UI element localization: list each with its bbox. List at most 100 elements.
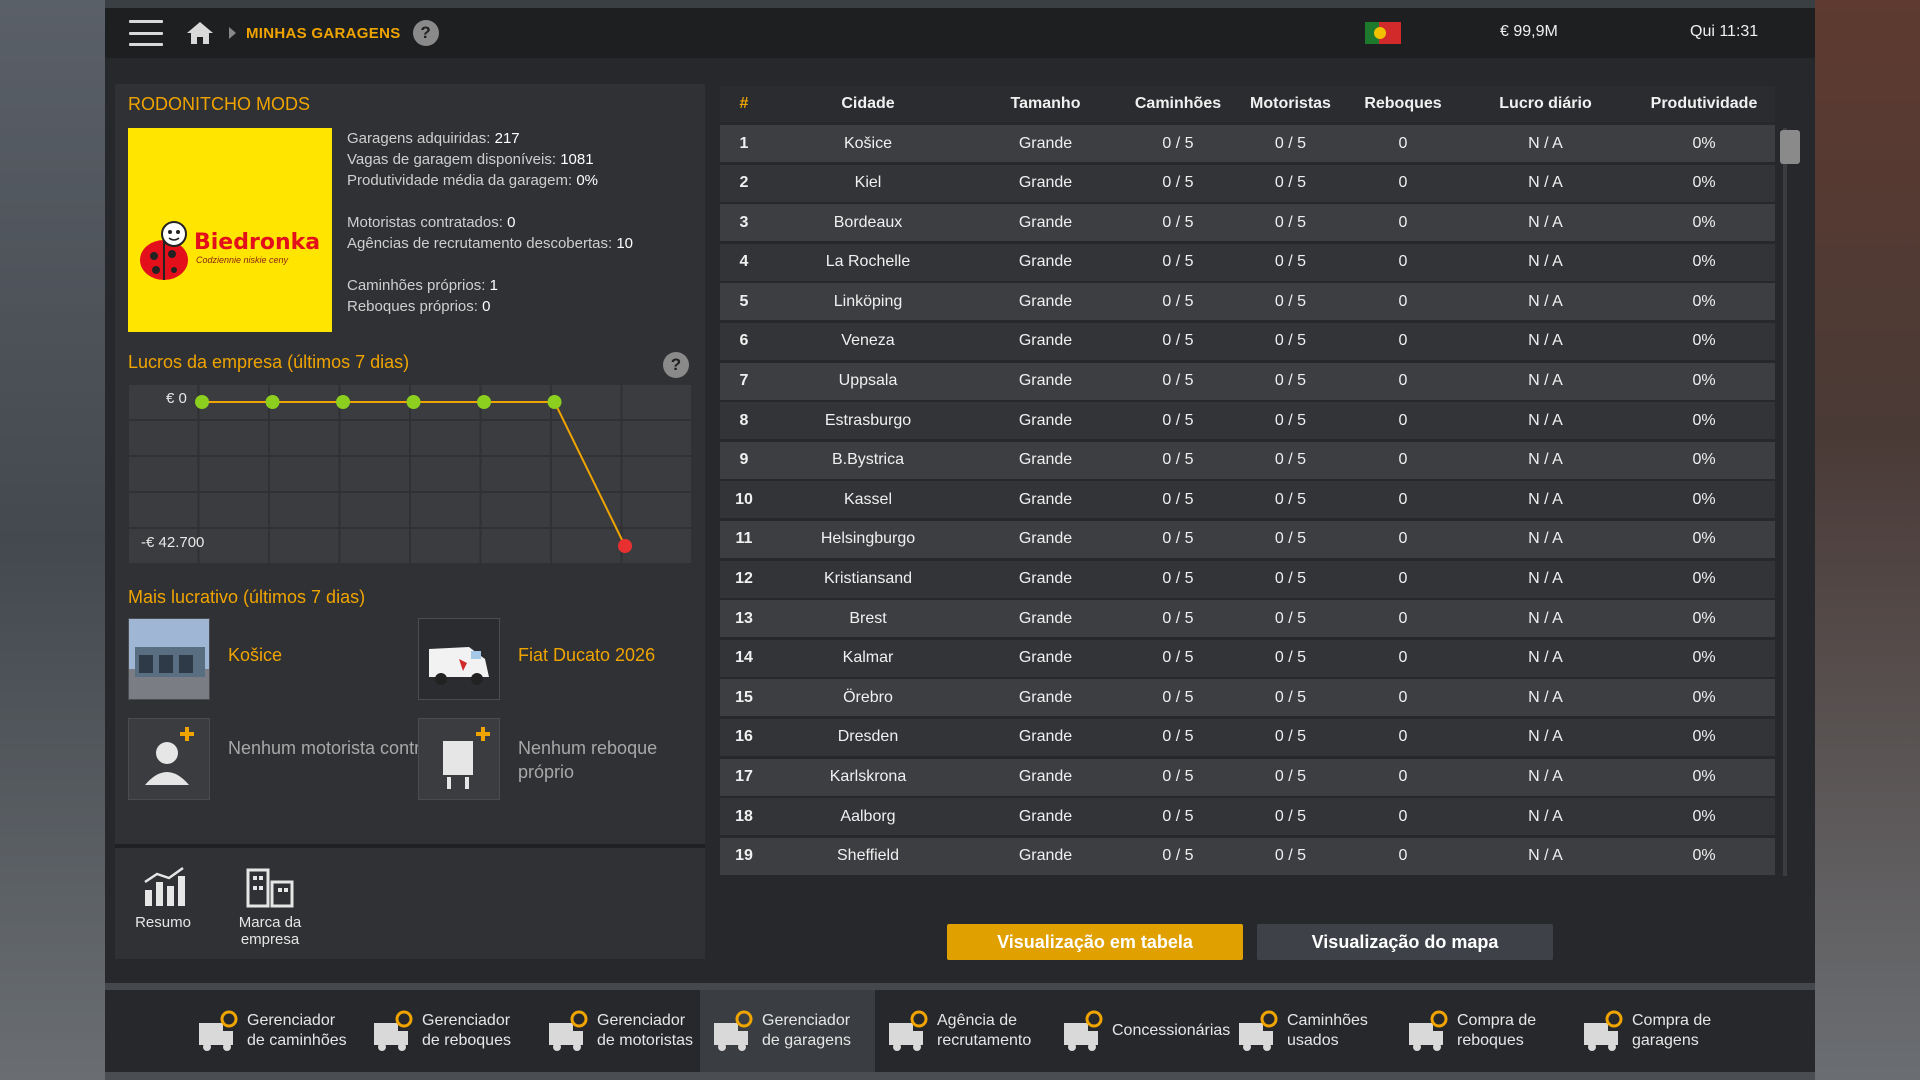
row-daily-profit: N / A <box>1528 213 1563 231</box>
bottom-nav-label: Gerenciador de garagens <box>762 1012 851 1049</box>
row-trailers: 0 <box>1398 174 1408 192</box>
garage-thumbnail[interactable] <box>128 618 210 700</box>
table-row[interactable]: 19 Sheffield Grande 0 / 5 0 / 5 0 N / A 0% <box>720 837 1775 875</box>
chart-grid-cell <box>552 493 621 527</box>
row-trucks: 0 / 5 <box>1162 451 1194 469</box>
bottom-nav-item[interactable]: Caminhões usados <box>1225 990 1395 1072</box>
table-row[interactable]: 6 Veneza Grande 0 / 5 0 / 5 0 N / A 0% <box>720 322 1775 360</box>
bottom-nav-item[interactable]: Compra de garagens <box>1570 990 1745 1072</box>
table-row[interactable]: 11 Helsingburgo Grande 0 / 5 0 / 5 0 N / A 0% <box>720 520 1775 558</box>
table-scrollbar-track[interactable] <box>1783 128 1787 876</box>
chart-grid-cell <box>129 493 198 527</box>
col-header-daily-profit[interactable]: Lucro diário <box>1458 95 1633 113</box>
bottom-nav-label: Gerenciador de reboques <box>422 1012 511 1049</box>
row-productivity: 0% <box>1692 807 1716 825</box>
row-trailers: 0 <box>1398 530 1408 548</box>
table-row[interactable]: 10 Kassel Grande 0 / 5 0 / 5 0 N / A 0% <box>720 481 1775 519</box>
resumo-label: Resumo <box>135 914 191 931</box>
top-truck-name[interactable]: Fiat Ducato 2026 <box>518 645 655 666</box>
row-number: 18 <box>735 807 753 825</box>
col-header-productivity[interactable]: Produtividade <box>1633 95 1775 113</box>
bottom-nav-item[interactable]: Gerenciador de garagens <box>700 990 875 1072</box>
table-row[interactable]: 3 Bordeaux Grande 0 / 5 0 / 5 0 N / A 0% <box>720 204 1775 242</box>
ladybug-icon <box>140 221 188 280</box>
bottom-nav-item[interactable]: Agência de recrutamento <box>875 990 1050 1072</box>
col-header-number[interactable]: # <box>720 95 768 113</box>
add-trailer-thumbnail[interactable] <box>418 718 500 800</box>
row-daily-profit: N / A <box>1528 609 1563 627</box>
row-daily-profit: N / A <box>1528 253 1563 271</box>
profit-data-point[interactable] <box>618 539 633 553</box>
row-size: Grande <box>1018 807 1073 825</box>
profit-data-point[interactable] <box>547 395 562 409</box>
col-header-trucks[interactable]: Caminhões <box>1123 95 1233 113</box>
bottom-nav-item[interactable]: Gerenciador de motoristas <box>535 990 700 1072</box>
row-daily-profit: N / A <box>1528 807 1563 825</box>
bottom-nav-item[interactable]: Gerenciador de caminhões <box>185 990 360 1072</box>
chart-grid-cell <box>481 493 550 527</box>
marca-button[interactable]: Marca da empresa <box>225 864 315 948</box>
profit-data-point[interactable] <box>265 395 280 409</box>
row-city: Sheffield <box>837 847 899 865</box>
row-size: Grande <box>1018 253 1073 271</box>
col-header-trailers[interactable]: Reboques <box>1348 95 1458 113</box>
bottom-nav-label: Gerenciador de caminhões <box>247 1012 347 1049</box>
row-trailers: 0 <box>1398 411 1408 429</box>
bottom-nav-item[interactable]: Gerenciador de reboques <box>360 990 535 1072</box>
table-view-button[interactable]: Visualização em tabela <box>947 924 1243 960</box>
col-header-size[interactable]: Tamanho <box>968 95 1123 113</box>
truck-thumbnail[interactable] <box>418 618 500 700</box>
col-header-drivers[interactable]: Motoristas <box>1233 95 1348 113</box>
bottom-nav-item[interactable]: Concessionárias <box>1050 990 1230 1072</box>
row-city: Veneza <box>841 332 895 350</box>
table-row[interactable]: 16 Dresden Grande 0 / 5 0 / 5 0 N / A 0% <box>720 718 1775 756</box>
top-garage-name[interactable]: Košice <box>228 645 282 666</box>
row-daily-profit: N / A <box>1528 490 1563 508</box>
chart-help-icon[interactable]: ? <box>663 352 689 378</box>
row-drivers: 0 / 5 <box>1274 609 1307 627</box>
hamburger-menu-icon[interactable] <box>129 20 163 46</box>
resumo-button[interactable]: Resumo <box>127 864 199 931</box>
row-drivers: 0 / 5 <box>1274 134 1307 152</box>
table-row[interactable]: 4 La Rochelle Grande 0 / 5 0 / 5 0 N / A 0% <box>720 243 1775 281</box>
chart-grid-cell <box>270 421 339 455</box>
profit-data-point[interactable] <box>195 395 210 409</box>
row-trucks: 0 / 5 <box>1162 372 1194 390</box>
row-productivity: 0% <box>1692 649 1716 667</box>
bottom-nav-item[interactable]: Compra de reboques <box>1395 990 1570 1072</box>
row-size: Grande <box>1018 213 1073 231</box>
row-number: 2 <box>739 174 749 192</box>
bottom-nav-label: Agência de recrutamento <box>937 1012 1032 1049</box>
table-body: 1 Košice Grande 0 / 5 0 / 5 0 N / A 0% 2 Kiel Gran… <box>720 125 1775 877</box>
profit-data-point[interactable] <box>477 395 492 409</box>
table-row[interactable]: 1 Košice Grande 0 / 5 0 / 5 0 N / A 0% <box>720 125 1775 162</box>
row-productivity: 0% <box>1692 490 1716 508</box>
table-row[interactable]: 7 Uppsala Grande 0 / 5 0 / 5 0 N / A 0% <box>720 362 1775 400</box>
add-driver-thumbnail[interactable] <box>128 718 210 800</box>
help-icon[interactable]: ? <box>412 20 439 46</box>
stat-label: Caminhões próprios: <box>347 277 486 294</box>
row-drivers: 0 / 5 <box>1274 847 1307 865</box>
profit-data-point[interactable] <box>336 395 351 409</box>
table-row[interactable]: 9 B.Bystrica Grande 0 / 5 0 / 5 0 N / A 0% <box>720 441 1775 479</box>
row-trucks: 0 / 5 <box>1162 253 1194 271</box>
home-icon[interactable] <box>185 20 215 46</box>
table-row[interactable]: 12 Kristiansand Grande 0 / 5 0 / 5 0 N / A 0% <box>720 560 1775 598</box>
table-row[interactable]: 15 Örebro Grande 0 / 5 0 / 5 0 N / A 0% <box>720 679 1775 717</box>
table-scrollbar-thumb[interactable] <box>1780 130 1800 164</box>
row-productivity: 0% <box>1692 174 1716 192</box>
table-row[interactable]: 5 Linköping Grande 0 / 5 0 / 5 0 N / A 0% <box>720 283 1775 321</box>
chart-grid-cell <box>340 493 409 527</box>
row-productivity: 0% <box>1692 530 1716 548</box>
col-header-city[interactable]: Cidade <box>768 95 968 113</box>
table-row[interactable]: 17 Karlskrona Grande 0 / 5 0 / 5 0 N / A 0% <box>720 758 1775 796</box>
chart-grid-cell <box>552 385 621 419</box>
table-row[interactable]: 2 Kiel Grande 0 / 5 0 / 5 0 N / A 0% <box>720 164 1775 202</box>
table-row[interactable]: 18 Aalborg Grande 0 / 5 0 / 5 0 N / A 0% <box>720 798 1775 836</box>
row-city: Dresden <box>837 728 899 746</box>
table-row[interactable]: 14 Kalmar Grande 0 / 5 0 / 5 0 N / A 0% <box>720 639 1775 677</box>
profit-data-point[interactable] <box>406 395 421 409</box>
map-view-button[interactable]: Visualização do mapa <box>1257 924 1553 960</box>
table-row[interactable]: 13 Brest Grande 0 / 5 0 / 5 0 N / A 0% <box>720 600 1775 638</box>
table-row[interactable]: 8 Estrasburgo Grande 0 / 5 0 / 5 0 N / A 0% <box>720 402 1775 440</box>
